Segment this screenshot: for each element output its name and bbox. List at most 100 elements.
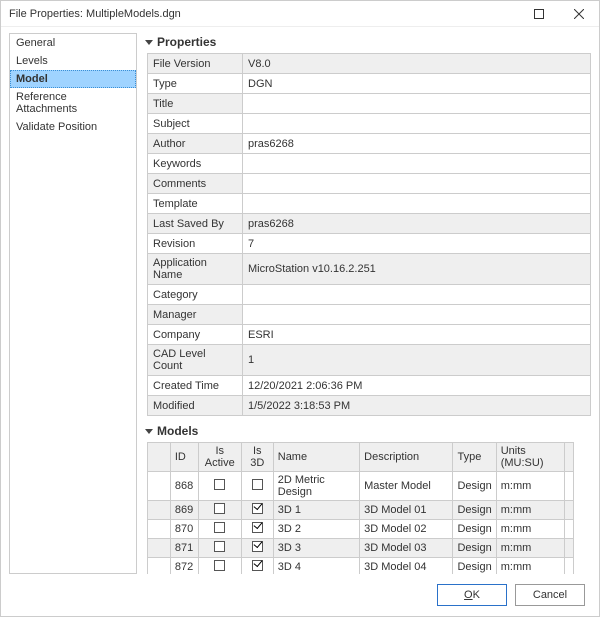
models-col-header[interactable]: Name [273, 443, 359, 472]
property-value: 12/20/2021 2:06:36 PM [243, 376, 590, 395]
checkbox-icon [252, 541, 263, 552]
property-row: Comments [148, 174, 590, 194]
cell-id: 870 [170, 520, 198, 539]
cell-type: Design [453, 539, 496, 558]
row-handle [148, 472, 171, 501]
titlebar: File Properties: MultipleModels.dgn [1, 1, 599, 27]
models-col-header[interactable]: Type [453, 443, 496, 472]
property-row: Manager [148, 305, 590, 325]
table-row[interactable]: 8703D 23D Model 02Designm:mm [148, 520, 574, 539]
cell-name: 3D 3 [273, 539, 359, 558]
nav-item-general[interactable]: General [10, 34, 136, 52]
dialog-footer: OK Cancel [1, 574, 599, 616]
property-value[interactable] [243, 174, 590, 193]
property-label: Author [148, 134, 243, 153]
cell-end [564, 539, 573, 558]
properties-header[interactable]: Properties [145, 33, 591, 53]
cell-units: m:mm [496, 558, 564, 575]
cell-is3d [241, 539, 273, 558]
cell-active [198, 520, 241, 539]
property-value[interactable] [243, 94, 590, 113]
property-value[interactable] [243, 154, 590, 173]
cell-id: 869 [170, 501, 198, 520]
maximize-button[interactable] [519, 1, 559, 27]
property-value: pras6268 [243, 214, 590, 233]
models-col-header[interactable]: Description [360, 443, 453, 472]
row-handle [148, 520, 171, 539]
property-value[interactable] [243, 285, 590, 304]
models-col-header[interactable]: Is Active [198, 443, 241, 472]
property-value[interactable] [243, 305, 590, 324]
cell-type: Design [453, 472, 496, 501]
cell-units: m:mm [496, 501, 564, 520]
property-label: Modified [148, 396, 243, 415]
cell-name: 2D Metric Design [273, 472, 359, 501]
row-handle [148, 558, 171, 575]
checkbox-icon [214, 522, 225, 533]
cell-id: 871 [170, 539, 198, 558]
property-row: Subject [148, 114, 590, 134]
property-row: CAD Level Count1 [148, 345, 590, 376]
cell-is3d [241, 472, 273, 501]
checkbox-icon [252, 522, 263, 533]
cell-active [198, 472, 241, 501]
checkbox-icon [214, 503, 225, 514]
nav-item-levels[interactable]: Levels [10, 52, 136, 70]
property-value[interactable]: ESRI [243, 325, 590, 344]
models-col-header[interactable]: Is 3D [241, 443, 273, 472]
dialog-window: File Properties: MultipleModels.dgn Gene… [0, 0, 600, 617]
ok-button[interactable]: OK [437, 584, 507, 606]
property-row: Title [148, 94, 590, 114]
models-col-header[interactable] [148, 443, 171, 472]
property-row: Last Saved Bypras6268 [148, 214, 590, 234]
property-label: Category [148, 285, 243, 304]
property-row: Category [148, 285, 590, 305]
nav-item-validate-position[interactable]: Validate Position [10, 118, 136, 136]
cell-end [564, 472, 573, 501]
property-value[interactable] [243, 194, 590, 213]
table-row[interactable]: 8682D Metric DesignMaster ModelDesignm:m… [148, 472, 574, 501]
checkbox-icon [252, 479, 263, 490]
nav-item-model[interactable]: Model [10, 70, 136, 88]
close-button[interactable] [559, 1, 599, 27]
models-col-header[interactable]: Units (MU:SU) [496, 443, 564, 472]
checkbox-icon [252, 503, 263, 514]
dialog-content: GeneralLevelsModelReference AttachmentsV… [1, 27, 599, 574]
property-label: CAD Level Count [148, 345, 243, 375]
property-value: 1 [243, 345, 590, 375]
cell-type: Design [453, 520, 496, 539]
cell-type: Design [453, 501, 496, 520]
property-label: Comments [148, 174, 243, 193]
property-value: 1/5/2022 3:18:53 PM [243, 396, 590, 415]
cell-end [564, 558, 573, 575]
nav-item-reference-attachments[interactable]: Reference Attachments [10, 88, 136, 118]
window-title: File Properties: MultipleModels.dgn [9, 8, 519, 20]
cell-id: 872 [170, 558, 198, 575]
property-label: Manager [148, 305, 243, 324]
properties-section: Properties File VersionV8.0TypeDGNTitleS… [145, 33, 591, 416]
property-label: Created Time [148, 376, 243, 395]
row-handle [148, 501, 171, 520]
table-row[interactable]: 8693D 13D Model 01Designm:mm [148, 501, 574, 520]
models-col-header[interactable] [564, 443, 573, 472]
chevron-down-icon [145, 40, 153, 45]
checkbox-icon [214, 560, 225, 571]
cell-active [198, 539, 241, 558]
property-row: Keywords [148, 154, 590, 174]
models-col-header[interactable]: ID [170, 443, 198, 472]
property-row: CompanyESRI [148, 325, 590, 345]
cell-desc: 3D Model 02 [360, 520, 453, 539]
property-value[interactable]: pras6268 [243, 134, 590, 153]
cancel-button[interactable]: Cancel [515, 584, 585, 606]
table-row[interactable]: 8723D 43D Model 04Designm:mm [148, 558, 574, 575]
cell-is3d [241, 501, 273, 520]
models-header[interactable]: Models [145, 422, 591, 442]
cell-units: m:mm [496, 520, 564, 539]
chevron-down-icon [145, 429, 153, 434]
property-row: TypeDGN [148, 74, 590, 94]
table-row[interactable]: 8713D 33D Model 03Designm:mm [148, 539, 574, 558]
property-label: Revision [148, 234, 243, 253]
property-value[interactable] [243, 114, 590, 133]
property-label: Subject [148, 114, 243, 133]
property-row: Authorpras6268 [148, 134, 590, 154]
